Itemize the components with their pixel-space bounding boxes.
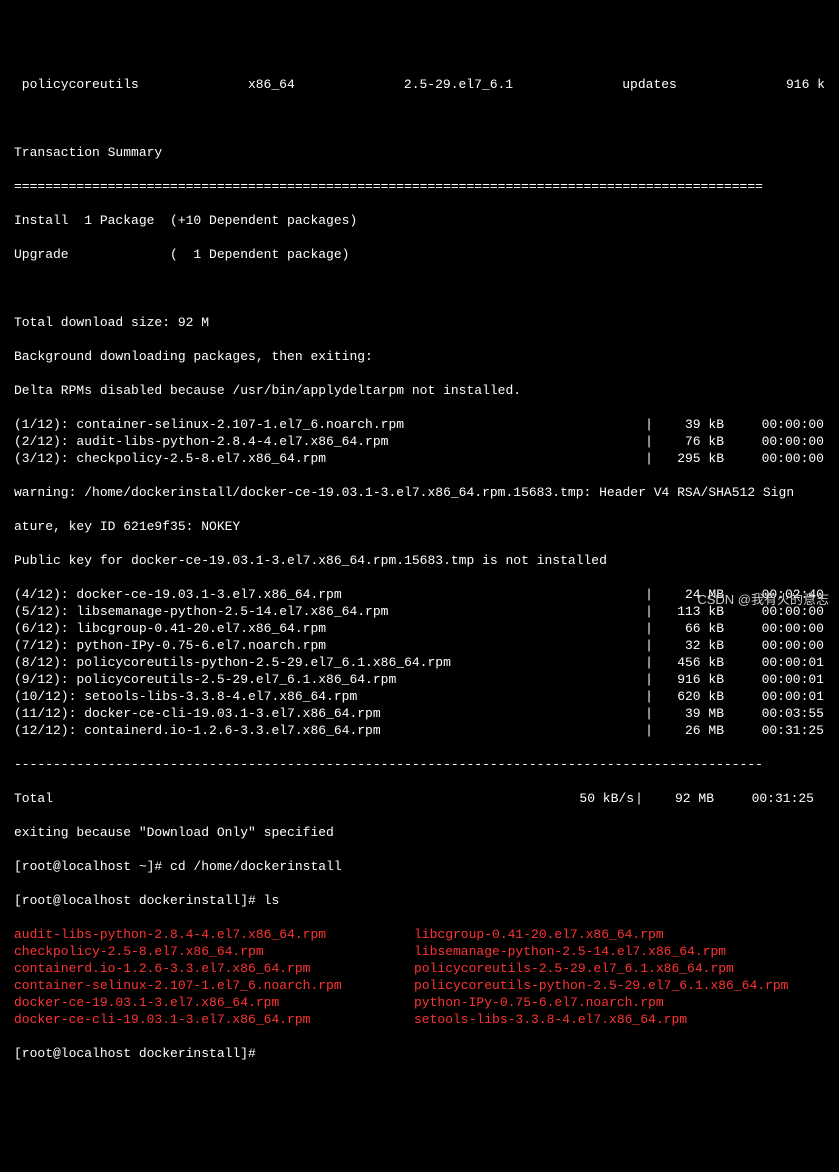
watermark: CSDN @我有火的意志 [697, 591, 829, 608]
download-size: 26 MB [654, 722, 724, 739]
download-time: 00:00:00 [724, 637, 824, 654]
download-size: 66 kB [654, 620, 724, 637]
download-time: 00:00:01 [724, 654, 824, 671]
total-size: 92 MB [644, 790, 714, 807]
download-time: 00:00:00 [724, 450, 824, 467]
download-row: (11/12): docker-ce-cli-19.03.1-3.el7.x86… [14, 705, 825, 722]
total-rate: 50 kB/s [544, 790, 634, 807]
ls-file: audit-libs-python-2.8.4-4.el7.x86_64.rpm [14, 926, 414, 943]
download-time: 00:00:00 [724, 433, 824, 450]
package-header-row: policycoreutils x86_64 2.5-29.el7_6.1 up… [14, 76, 825, 93]
download-name: (3/12): checkpolicy-2.5-8.el7.x86_64.rpm [14, 450, 644, 467]
download-row: (8/12): policycoreutils-python-2.5-29.el… [14, 654, 825, 671]
ls-file: setools-libs-3.3.8-4.el7.x86_64.rpm [414, 1011, 814, 1028]
pkg-version: 2.5-29.el7_6.1 [404, 76, 513, 93]
download-row: (9/12): policycoreutils-2.5-29.el7_6.1.x… [14, 671, 825, 688]
total-label: Total [14, 790, 544, 807]
download-name: (1/12): container-selinux-2.107-1.el7_6.… [14, 416, 644, 433]
download-size: 620 kB [654, 688, 724, 705]
background-download-msg: Background downloading packages, then ex… [14, 348, 825, 365]
download-name: (7/12): python-IPy-0.75-6.el7.noarch.rpm [14, 637, 644, 654]
download-size: 39 kB [654, 416, 724, 433]
download-time: 00:31:25 [724, 722, 824, 739]
download-row: (2/12): audit-libs-python-2.8.4-4.el7.x8… [14, 433, 825, 450]
download-time: 00:00:01 [724, 688, 824, 705]
download-list-a: (1/12): container-selinux-2.107-1.el7_6.… [14, 416, 825, 467]
install-line: Install 1 Package (+10 Dependent package… [14, 212, 825, 229]
download-name: (10/12): setools-libs-3.3.8-4.el7.x86_64… [14, 688, 644, 705]
download-list-b: (4/12): docker-ce-19.03.1-3.el7.x86_64.r… [14, 586, 825, 739]
pkg-size: 916 k [786, 76, 825, 93]
warning-line-2: ature, key ID 621e9f35: NOKEY [14, 518, 825, 535]
pubkey-msg: Public key for docker-ce-19.03.1-3.el7.x… [14, 552, 825, 569]
total-download: Total download size: 92 M [14, 314, 825, 331]
ls-file: container-selinux-2.107-1.el7_6.noarch.r… [14, 977, 414, 994]
download-time: 00:00:00 [724, 416, 824, 433]
ls-output: audit-libs-python-2.8.4-4.el7.x86_64.rpm… [14, 926, 825, 1028]
download-name: (6/12): libcgroup-0.41-20.el7.x86_64.rpm [14, 620, 644, 637]
dash-divider: ----------------------------------------… [14, 756, 825, 773]
download-row: (1/12): container-selinux-2.107-1.el7_6.… [14, 416, 825, 433]
download-row: (6/12): libcgroup-0.41-20.el7.x86_64.rpm… [14, 620, 825, 637]
ls-file: libcgroup-0.41-20.el7.x86_64.rpm [414, 926, 814, 943]
download-size: 32 kB [654, 637, 724, 654]
download-name: (9/12): policycoreutils-2.5-29.el7_6.1.x… [14, 671, 644, 688]
blank-line [14, 280, 825, 297]
download-name: (4/12): docker-ce-19.03.1-3.el7.x86_64.r… [14, 586, 644, 603]
download-row: (12/12): containerd.io-1.2.6-3.3.el7.x86… [14, 722, 825, 739]
download-row: (10/12): setools-libs-3.3.8-4.el7.x86_64… [14, 688, 825, 705]
download-size: 916 kB [654, 671, 724, 688]
download-name: (8/12): policycoreutils-python-2.5-29.el… [14, 654, 644, 671]
shell-prompt[interactable]: [root@localhost ~]# cd /home/dockerinsta… [14, 858, 825, 875]
blank-line [14, 110, 825, 127]
ls-file: docker-ce-19.03.1-3.el7.x86_64.rpm [14, 994, 414, 1011]
ls-column-right: libcgroup-0.41-20.el7.x86_64.rpmlibseman… [414, 926, 814, 1028]
ls-file: python-IPy-0.75-6.el7.noarch.rpm [414, 994, 814, 1011]
total-row: Total 50 kB/s | 92 MB 00:31:25 [14, 790, 825, 807]
summary-title: Transaction Summary [14, 144, 825, 161]
download-name: (11/12): docker-ce-cli-19.03.1-3.el7.x86… [14, 705, 644, 722]
download-size: 295 kB [654, 450, 724, 467]
delta-rpm-msg: Delta RPMs disabled because /usr/bin/app… [14, 382, 825, 399]
download-row: (3/12): checkpolicy-2.5-8.el7.x86_64.rpm… [14, 450, 825, 467]
total-time: 00:31:25 [714, 790, 814, 807]
ls-file: containerd.io-1.2.6-3.3.el7.x86_64.rpm [14, 960, 414, 977]
download-name: (2/12): audit-libs-python-2.8.4-4.el7.x8… [14, 433, 644, 450]
ls-file: policycoreutils-python-2.5-29.el7_6.1.x8… [414, 977, 814, 994]
warning-line-1: warning: /home/dockerinstall/docker-ce-1… [14, 484, 825, 501]
download-time: 00:00:01 [724, 671, 824, 688]
ls-file: checkpolicy-2.5-8.el7.x86_64.rpm [14, 943, 414, 960]
download-row: (7/12): python-IPy-0.75-6.el7.noarch.rpm… [14, 637, 825, 654]
download-time: 00:00:00 [724, 620, 824, 637]
pkg-arch: x86_64 [248, 76, 295, 93]
download-size: 39 MB [654, 705, 724, 722]
download-name: (12/12): containerd.io-1.2.6-3.3.el7.x86… [14, 722, 644, 739]
ls-column-left: audit-libs-python-2.8.4-4.el7.x86_64.rpm… [14, 926, 414, 1028]
ls-file: libsemanage-python-2.5-14.el7.x86_64.rpm [414, 943, 814, 960]
pkg-repo: updates [622, 76, 677, 93]
shell-prompt[interactable]: [root@localhost dockerinstall]# [14, 1045, 825, 1062]
pkg-name: policycoreutils [14, 76, 139, 93]
ls-file: policycoreutils-2.5-29.el7_6.1.x86_64.rp… [414, 960, 814, 977]
exit-msg: exiting because "Download Only" specifie… [14, 824, 825, 841]
download-size: 76 kB [654, 433, 724, 450]
download-time: 00:03:55 [724, 705, 824, 722]
ls-file: docker-ce-cli-19.03.1-3.el7.x86_64.rpm [14, 1011, 414, 1028]
upgrade-line: Upgrade ( 1 Dependent package) [14, 246, 825, 263]
shell-prompt[interactable]: [root@localhost dockerinstall]# ls [14, 892, 825, 909]
download-size: 456 kB [654, 654, 724, 671]
divider: ========================================… [14, 178, 825, 195]
